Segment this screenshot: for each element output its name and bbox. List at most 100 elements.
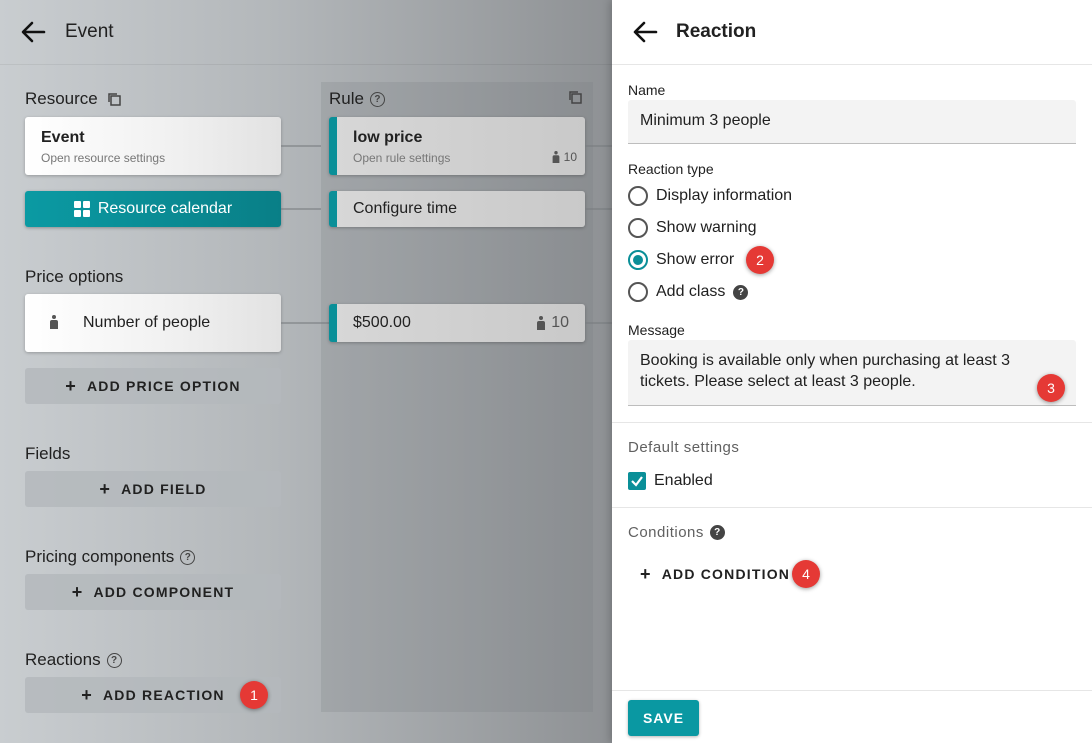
add-reaction-label: ADD REACTION [102, 687, 225, 703]
resource-calendar-button[interactable]: Resource calendar [25, 191, 281, 227]
radio-label: Show warning [656, 219, 757, 236]
connector-line [281, 208, 321, 210]
pricing-components-label: Pricing components [25, 547, 175, 566]
drawer-footer: SAVE [612, 690, 1092, 743]
radio-display-information[interactable]: Display information [628, 186, 792, 206]
conditions-label: Conditions [628, 524, 704, 541]
help-icon[interactable]: ? [369, 91, 385, 107]
person-icon [536, 316, 546, 330]
radio-label: Display information [656, 187, 793, 204]
configure-time-label: Configure time [353, 200, 458, 217]
help-icon[interactable]: ? [180, 549, 196, 565]
resource-calendar-label: Resource calendar [97, 200, 233, 217]
conditions-section-label: Conditions ? [628, 524, 725, 541]
radio-show-error[interactable]: Show error [628, 250, 734, 270]
name-input[interactable]: Minimum 3 people [628, 100, 1076, 144]
add-condition-label: ADD CONDITION [661, 566, 791, 582]
grid-icon [73, 201, 90, 217]
connector-line [585, 322, 612, 324]
rule-card-count: 10 [551, 150, 577, 164]
message-textarea[interactable]: Booking is available only when purchasin… [628, 340, 1076, 406]
back-arrow-icon[interactable] [20, 20, 46, 44]
plus-icon: + [640, 564, 652, 584]
person-icon [551, 151, 560, 163]
add-component-button[interactable]: + ADD COMPONENT [25, 574, 281, 610]
resource-card-title: Event [41, 129, 85, 146]
resource-section-label: Resource [25, 89, 122, 109]
price-options-label: Price options [25, 267, 124, 286]
step-badge-4: 4 [792, 560, 820, 588]
divider [612, 507, 1092, 508]
rule-count-value: 10 [563, 150, 577, 164]
radio-show-warning[interactable]: Show warning [628, 218, 757, 238]
enabled-label: Enabled [654, 472, 713, 489]
radio-label: Show error [656, 251, 735, 268]
radio-icon[interactable] [628, 218, 648, 238]
default-settings-label: Default settings [628, 439, 740, 456]
reaction-type-label: Reaction type [628, 161, 714, 177]
save-button[interactable]: SAVE [628, 700, 699, 736]
price-value: $500.00 [353, 314, 411, 331]
connector-line [585, 145, 612, 147]
price-count-value: 10 [551, 314, 569, 331]
rule-column [321, 82, 593, 712]
resource-card-subtitle: Open resource settings [41, 151, 166, 165]
rule-label: Rule [329, 89, 364, 108]
connector-line [585, 208, 612, 210]
price-count: 10 [536, 314, 569, 332]
add-price-option-button[interactable]: + ADD PRICE OPTION [25, 368, 281, 404]
radio-selected-icon[interactable] [628, 250, 648, 270]
copy-icon[interactable] [106, 91, 122, 107]
reaction-header: Reaction [612, 0, 1092, 65]
plus-icon: + [99, 479, 112, 499]
add-field-button[interactable]: + ADD FIELD [25, 471, 281, 507]
connector-line [281, 145, 321, 147]
name-label: Name [628, 82, 666, 98]
step-badge-1: 1 [240, 681, 268, 709]
resource-label: Resource [25, 89, 98, 108]
help-icon[interactable]: ? [106, 652, 122, 668]
reactions-label: Reactions [25, 650, 101, 669]
back-arrow-icon[interactable] [632, 20, 658, 44]
add-condition-button[interactable]: + ADD CONDITION [628, 558, 806, 590]
step-badge-2: 2 [746, 246, 774, 274]
price-value-card[interactable]: $500.00 10 [329, 304, 585, 342]
drawer-title: Reaction [676, 21, 757, 42]
person-icon [49, 315, 59, 329]
pricing-components-section-label: Pricing components ? [25, 547, 196, 567]
rule-card-title: low price [353, 129, 423, 146]
add-field-label: ADD FIELD [121, 481, 207, 497]
plus-icon: + [65, 376, 77, 396]
radio-add-class[interactable]: Add class ? [628, 282, 749, 302]
help-icon[interactable]: ? [733, 284, 749, 300]
radio-icon[interactable] [628, 282, 648, 302]
message-label: Message [628, 322, 685, 338]
add-component-label: ADD COMPONENT [93, 584, 235, 600]
radio-icon[interactable] [628, 186, 648, 206]
rule-section-label: Rule ? [329, 89, 385, 109]
fields-label: Fields [25, 444, 71, 463]
rule-card[interactable]: low price Open rule settings 10 [329, 117, 585, 175]
check-icon [631, 476, 643, 487]
plus-icon: + [81, 685, 93, 705]
configure-time-button[interactable]: Configure time [329, 191, 585, 227]
price-option-label: Number of people [83, 314, 211, 331]
divider [612, 422, 1092, 423]
radio-label: Add class [656, 283, 726, 300]
enabled-checkbox-row[interactable]: Enabled [628, 472, 713, 490]
add-price-option-label: ADD PRICE OPTION [86, 378, 241, 394]
resource-card[interactable]: Event Open resource settings [25, 117, 281, 175]
reaction-drawer: Reaction Name Minimum 3 people Reaction … [612, 0, 1092, 743]
help-icon[interactable]: ? [709, 525, 725, 540]
connector-line [281, 322, 329, 324]
event-editor-pane: Event Resource Event Open resource setti… [0, 0, 612, 743]
reactions-section-label: Reactions ? [25, 650, 122, 670]
step-badge-3: 3 [1037, 374, 1065, 402]
plus-icon: + [71, 582, 84, 602]
copy-icon[interactable] [567, 89, 583, 105]
page-title: Event [65, 21, 114, 42]
checkbox-checked-icon[interactable] [628, 472, 646, 490]
rule-card-subtitle: Open rule settings [353, 151, 451, 165]
event-header: Event [0, 0, 612, 65]
price-option-card[interactable]: Number of people [25, 294, 281, 352]
